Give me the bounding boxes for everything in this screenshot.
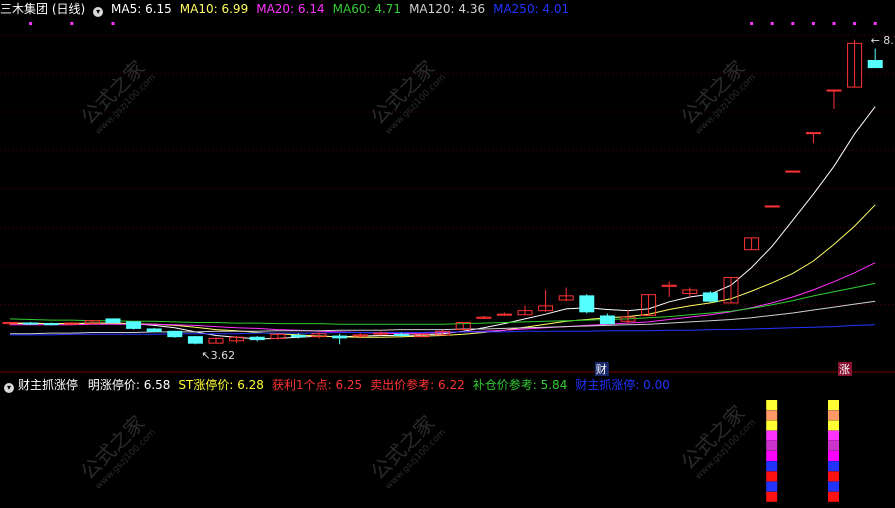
signal-dot — [832, 22, 836, 25]
signal-bar-segment — [766, 491, 778, 502]
candle-body — [785, 170, 801, 173]
signal-bar-segment — [766, 400, 778, 410]
low-label: ↖3.62 — [201, 349, 235, 362]
signal-dot — [770, 22, 774, 25]
signal-bar-segment — [766, 481, 778, 492]
ma-line-ma5 — [10, 106, 876, 340]
signal-dot — [873, 22, 877, 25]
candle-body — [187, 336, 203, 344]
signal-dot — [791, 22, 795, 25]
high-label: ← 8.75 — [871, 34, 895, 47]
ma-line-ma10 — [10, 204, 876, 338]
signal-dot — [853, 22, 857, 25]
candle-body — [599, 315, 615, 325]
candle-body — [393, 333, 409, 336]
signal-bar-segment — [828, 481, 839, 492]
candle-body — [146, 328, 162, 332]
signal-bar-segment — [828, 471, 839, 482]
candle-body — [105, 318, 121, 323]
signal-bar-segment — [828, 420, 839, 431]
candle-body — [126, 321, 142, 329]
candle-body — [579, 295, 595, 313]
signal-bar-segment — [766, 471, 778, 482]
signal-bar-segment — [828, 440, 839, 451]
candle-body — [496, 313, 512, 316]
candle-body — [764, 205, 780, 208]
candle-body — [43, 323, 59, 326]
candle-body — [826, 89, 842, 92]
candle-body — [167, 330, 183, 338]
signal-bar-segment — [828, 430, 839, 441]
signal-dot — [70, 22, 74, 25]
signal-bar-segment — [766, 410, 778, 421]
candle-body — [290, 334, 306, 338]
candle-body — [249, 336, 265, 341]
signal-bar-segment — [828, 410, 839, 421]
candle-body — [23, 322, 39, 325]
signal-dot — [811, 22, 815, 25]
signal-bar-segment — [766, 430, 778, 441]
candle-body — [805, 132, 821, 135]
signal-dot — [29, 22, 33, 25]
signal-bar-segment — [766, 461, 778, 472]
signal-dot — [750, 22, 754, 25]
signal-bar-segment — [828, 491, 839, 502]
candle-body — [702, 292, 718, 302]
signal-bar-segment — [766, 420, 778, 431]
signal-dot — [111, 22, 115, 25]
signal-bar-segment — [828, 400, 839, 410]
signal-bar-segment — [828, 451, 839, 461]
price-chart: ← 8.75 ↖3.62 财 涨 — [0, 22, 895, 502]
marker-cai: 财 — [596, 362, 607, 376]
signal-bar-segment — [766, 451, 778, 461]
candle-body — [332, 335, 348, 339]
marker-zhang: 涨 — [839, 363, 850, 376]
candle-body — [373, 332, 389, 335]
signal-bar-segment — [828, 461, 839, 472]
candle-body — [867, 59, 883, 69]
signal-bar-segment — [766, 440, 778, 451]
